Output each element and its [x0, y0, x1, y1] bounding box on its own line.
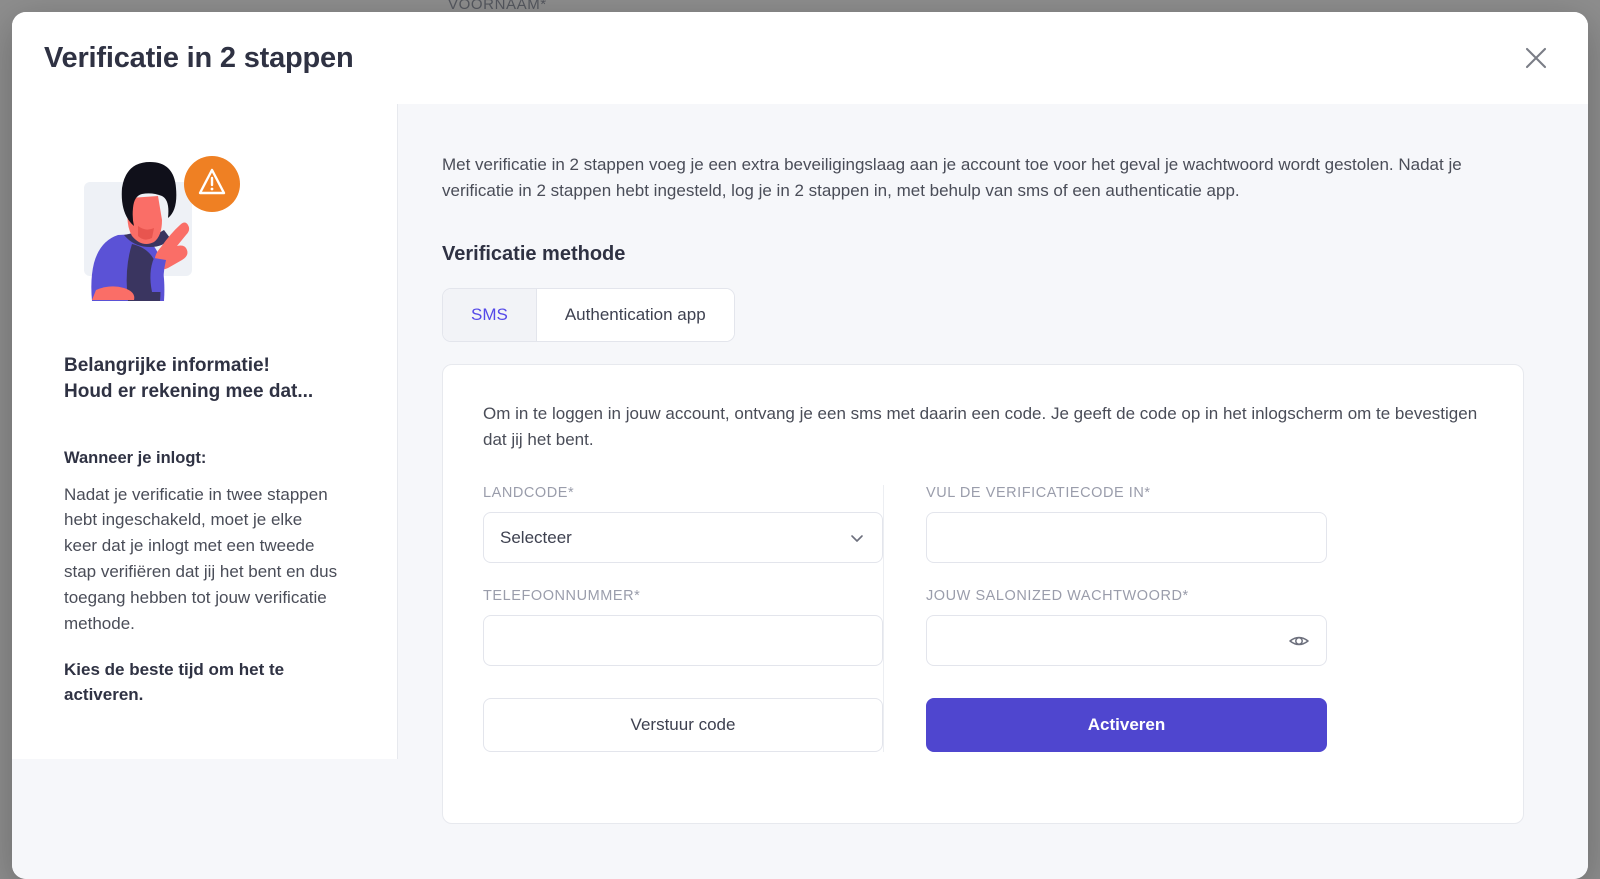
intro-paragraph: Met verificatie in 2 stappen voeg je een…: [442, 155, 1462, 201]
country-code-select[interactable]: Selecteer: [483, 512, 883, 564]
content-area: Met verificatie in 2 stappen voeg je een…: [398, 104, 1588, 879]
eye-icon[interactable]: [1288, 630, 1310, 652]
sms-panel: Om in te loggen in jouw account, ontvang…: [442, 363, 1524, 824]
form-column-right: VUL DE VERIFICATIECODE IN* JOUW SALONIZE…: [883, 485, 1327, 753]
send-code-button[interactable]: Verstuur code: [483, 698, 883, 753]
phone-number-label: TELEFOONNUMMER*: [483, 588, 641, 605]
close-button[interactable]: [1514, 36, 1558, 80]
verification-code-label: VUL DE VERIFICATIECODE IN*: [926, 485, 1151, 502]
chevron-down-icon: [848, 529, 866, 547]
field-password: JOUW SALONIZED WACHTWOORD*: [926, 588, 1327, 667]
form-grid: LANDCODE* Selecteer TELEFOONNUMMER* Vers…: [483, 485, 1483, 753]
country-code-value: Selecteer: [500, 527, 572, 547]
verification-code-input[interactable]: [926, 512, 1327, 564]
section-title: Verificatie methode: [442, 242, 626, 265]
form-column-left: LANDCODE* Selecteer TELEFOONNUMMER* Vers…: [483, 485, 883, 753]
tab-authentication-app[interactable]: Authentication app: [536, 288, 734, 341]
password-label: JOUW SALONIZED WACHTWOORD*: [926, 588, 1189, 605]
field-verification-code: VUL DE VERIFICATIECODE IN*: [926, 485, 1327, 564]
modal-header: Verificatie in 2 stappen: [12, 12, 1588, 104]
field-country-code: LANDCODE* Selecteer: [483, 485, 883, 564]
woman-pointing-warning-illustration: [66, 140, 256, 315]
sidebar: Belangrijke informatie! Houd er rekening …: [12, 104, 398, 759]
two-factor-modal: Verificatie in 2 stappen Belangrijke inf…: [12, 12, 1588, 879]
sidebar-paragraph: Nadat je verificatie in twee stappen heb…: [64, 484, 338, 633]
password-input[interactable]: [926, 615, 1327, 667]
sidebar-heading: Belangrijke informatie! Houd er rekening …: [64, 355, 314, 402]
panel-description: Om in te loggen in jouw account, ontvang…: [483, 403, 1478, 450]
tab-sms[interactable]: SMS: [443, 288, 537, 341]
phone-number-input[interactable]: [483, 615, 883, 667]
field-phone-number: TELEFOONNUMMER*: [483, 588, 883, 667]
activate-button[interactable]: Activeren: [926, 698, 1327, 753]
verification-method-tabs: SMS Authentication app: [442, 287, 735, 342]
close-icon: [1523, 45, 1549, 71]
sidebar-subheading: Wanneer je inlogt:: [64, 448, 207, 467]
modal-body: Belangrijke informatie! Houd er rekening …: [12, 104, 1588, 879]
sidebar-bold-note: Kies de beste tijd om het te activeren.: [64, 659, 285, 705]
page-title: Verificatie in 2 stappen: [44, 41, 354, 74]
country-code-label: LANDCODE*: [483, 485, 575, 502]
